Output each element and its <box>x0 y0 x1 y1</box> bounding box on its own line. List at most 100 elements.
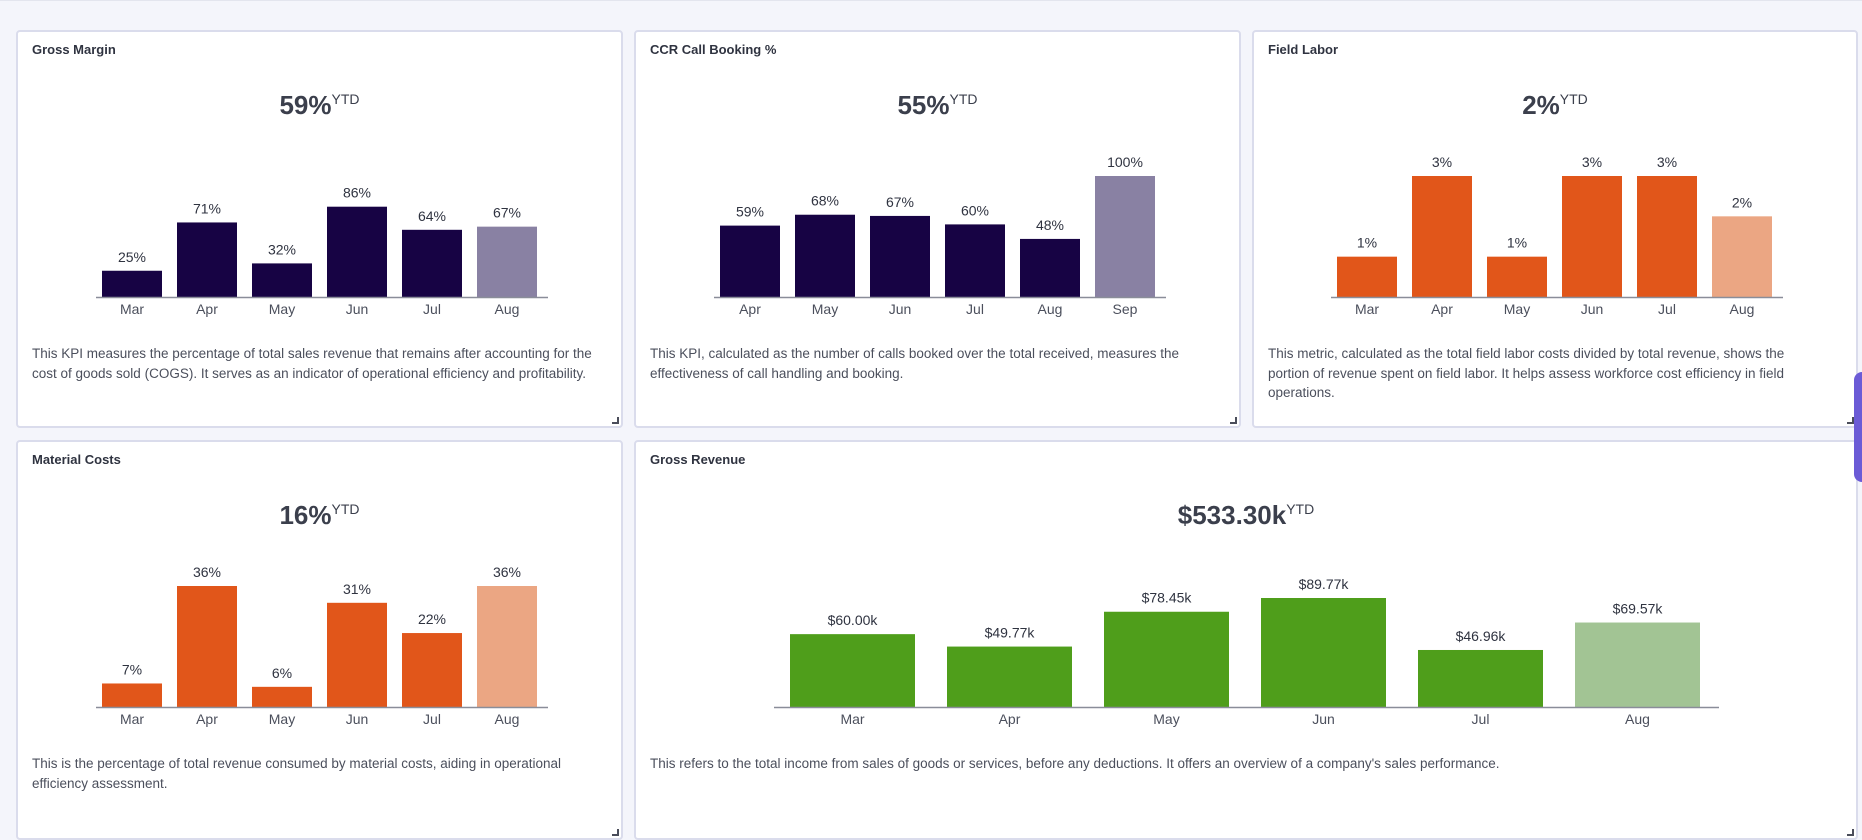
data-label: 64% <box>418 208 446 224</box>
x-tick-label: Apr <box>196 301 218 317</box>
x-tick-label: Aug <box>1625 711 1650 727</box>
x-tick-label: Jun <box>889 301 912 317</box>
kpi-card-gross-margin: Gross Margin 59%YTD 25% Mar 71% Apr 32% May 86… <box>16 30 623 428</box>
bar-apr <box>947 646 1072 707</box>
x-tick-label: Jul <box>966 301 984 317</box>
kpi-card-gross-revenue: Gross Revenue $533.30kYTD $60.00k Mar $49.… <box>634 440 1858 840</box>
data-label: 3% <box>1582 154 1602 170</box>
resize-handle[interactable] <box>1230 417 1237 424</box>
bar-chart: $60.00k Mar $49.77k Apr $78.45k May $89.77k Jun… <box>774 576 1719 727</box>
x-tick-label: Sep <box>1113 301 1138 317</box>
x-tick-label: May <box>1504 301 1530 317</box>
kpi-card-ccr-call-booking: CCR Call Booking % 55%YTD 59% Apr 68% May 67… <box>634 30 1241 428</box>
top-divider <box>0 0 1862 1</box>
bar-mar <box>790 634 915 707</box>
data-label: 2% <box>1732 194 1752 210</box>
data-label: 36% <box>193 564 221 580</box>
bar-aug <box>477 226 537 297</box>
bar-apr <box>177 222 237 297</box>
bar-may <box>795 214 855 297</box>
bar-aug <box>1712 216 1772 297</box>
bar-may <box>1104 611 1229 707</box>
kpi-card-field-labor: Field Labor 2%YTD 1% Mar 3% Apr 1% May 3% Jun 3%… <box>1252 30 1858 428</box>
x-tick-label: Aug <box>495 301 520 317</box>
data-label: 1% <box>1357 235 1377 251</box>
data-label: $49.77k <box>985 625 1036 641</box>
data-label: 6% <box>272 665 292 681</box>
bar-jun <box>1562 176 1622 297</box>
kpi-description: This KPI, calculated as the number of ca… <box>650 346 1180 381</box>
bar-chart: 59% Apr 68% May 67% Jun 60% Jul 48% Aug 100% Sep <box>714 154 1166 317</box>
bar-may <box>1487 256 1547 297</box>
data-label: 7% <box>122 661 142 677</box>
data-label: 67% <box>493 205 521 221</box>
resize-handle[interactable] <box>1847 417 1854 424</box>
data-label: 32% <box>268 241 296 257</box>
x-tick-label: Mar <box>840 711 864 727</box>
x-tick-label: Mar <box>120 301 144 317</box>
data-label: $89.77k <box>1299 576 1350 592</box>
bar-apr <box>177 586 237 707</box>
kpi-description: This is the percentage of total revenue … <box>32 756 562 791</box>
bar-apr <box>720 225 780 297</box>
data-label: 67% <box>886 194 914 210</box>
x-tick-label: Aug <box>1038 301 1063 317</box>
kpi-description: This metric, calculated as the total fie… <box>1268 346 1785 400</box>
data-label: $60.00k <box>828 612 879 628</box>
x-tick-label: Apr <box>739 301 761 317</box>
bar-jul <box>402 229 462 297</box>
bar-jun <box>1261 598 1386 707</box>
side-panel-tab[interactable] <box>1854 372 1862 482</box>
bar-jul <box>1418 649 1543 707</box>
resize-handle[interactable] <box>612 417 619 424</box>
x-tick-label: Jul <box>423 301 441 317</box>
kpi-description: This KPI measures the percentage of tota… <box>32 346 592 381</box>
bar-jul <box>1637 176 1697 297</box>
bar-chart: 25% Mar 71% Apr 32% May 86% Jun 64% Jul 67% Aug <box>96 185 548 317</box>
kpi-description: This refers to the total income from sal… <box>650 756 1500 771</box>
bar-mar <box>1337 256 1397 297</box>
data-label: 3% <box>1657 154 1677 170</box>
x-tick-label: Apr <box>1431 301 1453 317</box>
x-tick-label: May <box>269 711 295 727</box>
bar-jul <box>945 224 1005 297</box>
data-label: 68% <box>811 193 839 209</box>
data-label: 1% <box>1507 235 1527 251</box>
x-tick-label: May <box>269 301 295 317</box>
data-label: $78.45k <box>1142 590 1193 606</box>
resize-handle[interactable] <box>1847 829 1854 836</box>
bar-chart: 1% Mar 3% Apr 1% May 3% Jun 3% Jul 2% Aug <box>1331 154 1783 317</box>
x-tick-label: Jul <box>1658 301 1676 317</box>
bar-mar <box>102 270 162 297</box>
data-label: 60% <box>961 202 989 218</box>
x-tick-label: Jun <box>1581 301 1604 317</box>
data-label: 86% <box>343 185 371 201</box>
bar-may <box>252 686 312 707</box>
x-tick-label: Jul <box>423 711 441 727</box>
x-tick-label: May <box>1153 711 1179 727</box>
bar-sep <box>1095 176 1155 297</box>
data-label: 71% <box>193 200 221 216</box>
data-label: 3% <box>1432 154 1452 170</box>
bar-chart: 7% Mar 36% Apr 6% May 31% Jun 22% Jul 36% Aug <box>96 564 548 727</box>
x-tick-label: Mar <box>1355 301 1379 317</box>
bar-mar <box>102 683 162 707</box>
x-tick-label: Jun <box>346 301 369 317</box>
data-label: 31% <box>343 581 371 597</box>
x-tick-label: Aug <box>495 711 520 727</box>
x-tick-label: Jun <box>1312 711 1335 727</box>
bar-may <box>252 263 312 297</box>
x-tick-label: Aug <box>1730 301 1755 317</box>
bar-jun <box>870 215 930 297</box>
data-label: 100% <box>1107 154 1143 170</box>
data-label: 36% <box>493 564 521 580</box>
bar-jul <box>402 633 462 707</box>
x-tick-label: May <box>812 301 838 317</box>
bar-jun <box>327 206 387 297</box>
data-label: 25% <box>118 249 146 265</box>
data-label: $46.96k <box>1456 628 1507 644</box>
resize-handle[interactable] <box>612 829 619 836</box>
bar-aug <box>1020 238 1080 297</box>
data-label: 59% <box>736 204 764 220</box>
x-tick-label: Jun <box>346 711 369 727</box>
